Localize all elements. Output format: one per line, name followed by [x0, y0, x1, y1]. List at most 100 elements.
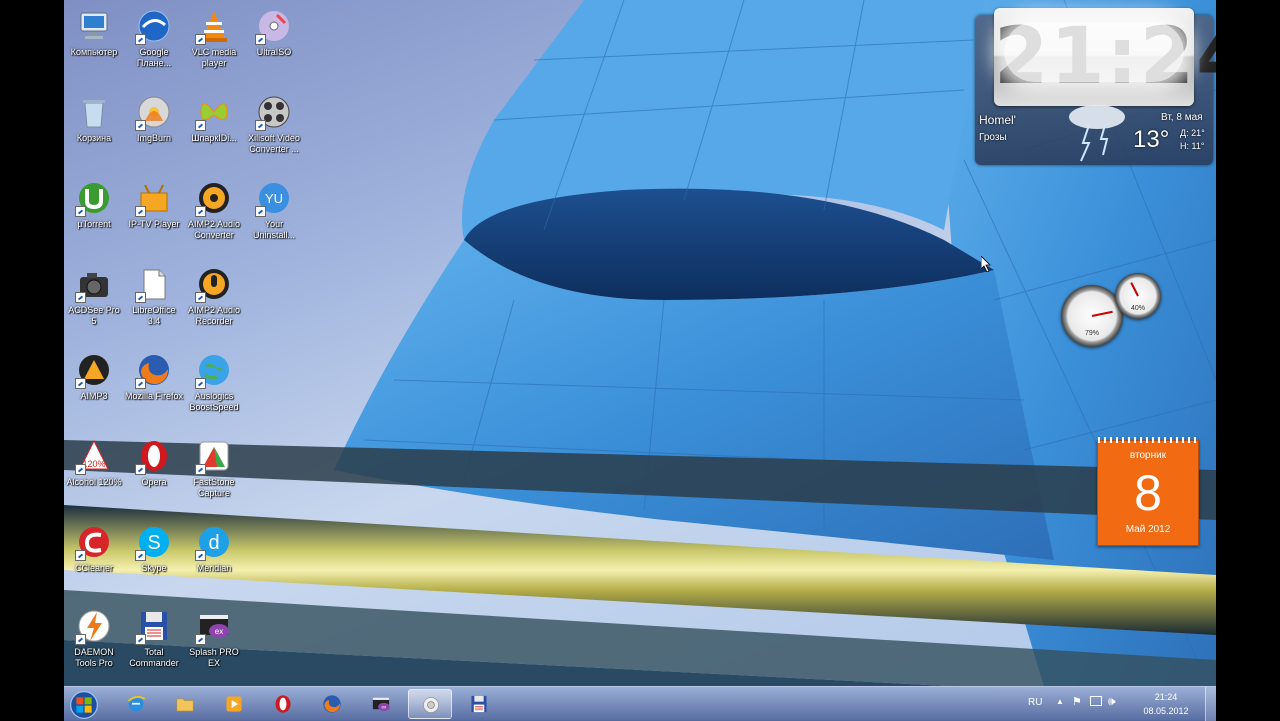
start-button[interactable] [64, 689, 104, 719]
flag-icon[interactable]: ⚑ [1072, 695, 1082, 708]
desktop-icon[interactable]: d Meridian [185, 517, 243, 599]
memory-gauge: 40% [1115, 273, 1161, 319]
show-desktop-button[interactable] [1205, 687, 1216, 721]
recycle-bin-icon [75, 93, 113, 131]
weather-city: Homel' [979, 113, 1016, 127]
network-icon[interactable] [1090, 696, 1102, 706]
desktop-icon[interactable]: DAEMON Tools Pro [65, 601, 123, 683]
desktop[interactable]: Компьютер Google Плане... VLC media player… [64, 0, 1216, 720]
desktop-icon[interactable]: IP-TV Player [125, 173, 183, 255]
taskbar-button[interactable] [212, 689, 256, 719]
desktop-icon[interactable]: AIMP2 Audio Recorder [185, 259, 243, 341]
cpu-meter-gadget[interactable]: 79% 40% [1059, 273, 1164, 351]
shortcut-arrow-icon [255, 120, 266, 131]
camera-icon [75, 265, 113, 303]
desktop-icon-label: IP-TV Player [128, 219, 180, 229]
taskbar-button[interactable] [310, 689, 354, 719]
desktop-icon-label: Meridian [196, 563, 232, 573]
splash-icon: ex [372, 697, 390, 711]
desktop-icon[interactable]: YU Your Uninstall... [245, 173, 303, 255]
desktop-icon-label: AIMP3 [80, 391, 108, 401]
svg-text:ex: ex [381, 705, 387, 710]
taskbar-button[interactable] [408, 689, 452, 719]
desktop-icon-label: Корзина [76, 133, 112, 143]
svg-text:d: d [208, 532, 219, 554]
desktop-icon[interactable]: Auslogics BoostSpeed [185, 345, 243, 427]
desktop-icon[interactable]: FastStone Capture [185, 431, 243, 513]
desktop-icon-label: Xilisoft Video Converter ... [248, 133, 300, 154]
globe-icon [195, 351, 233, 389]
desktop-icon[interactable]: AIMP3 [65, 345, 123, 427]
shortcut-arrow-icon [195, 34, 206, 45]
desktop-icon[interactable]: ImgBurn [125, 87, 183, 169]
taskbar-button[interactable] [457, 689, 501, 719]
desktop-icon[interactable]: ex Splash PRO EX [185, 601, 243, 683]
shortcut-arrow-icon [195, 206, 206, 217]
taskbar-button[interactable] [163, 689, 207, 719]
desktop-icon[interactable]: Компьютер [65, 1, 123, 83]
desktop-icon[interactable]: ACDSee Pro 5 [65, 259, 123, 341]
desktop-icon[interactable]: AIMP2 Audio Converter [185, 173, 243, 255]
aimp-converter-icon [195, 179, 233, 217]
calendar-gadget[interactable]: вторник 8 Май 2012 [1097, 437, 1199, 546]
desktop-icon[interactable]: Mozilla Firefox [125, 345, 183, 427]
desktop-icon[interactable]: Xilisoft Video Converter ... [245, 87, 303, 169]
tray-clock-date[interactable]: 08.05.2012 [1136, 706, 1196, 716]
vlc-icon [195, 7, 233, 45]
desktop-icon-label: VLC media player [191, 47, 237, 68]
shortcut-arrow-icon [75, 206, 86, 217]
film-reel-icon [255, 93, 293, 131]
shortcut-arrow-icon [75, 550, 86, 561]
taskbar: ex RU ▲ ⚑ 🕪 21:24 08.05.2012 [64, 686, 1216, 721]
desktop-icon-label: Skype [141, 563, 167, 573]
ccleaner-icon [75, 523, 113, 561]
cpu-gauge: 79% [1061, 285, 1123, 347]
desktop-icon[interactable]: LibreOffice 3.4 [125, 259, 183, 341]
desktop-icon[interactable]: Google Плане... [125, 1, 183, 83]
svg-text:YU: YU [265, 191, 283, 206]
taskbar-button[interactable] [114, 689, 158, 719]
desktop-icon-label: µTorrent [77, 219, 111, 229]
google-earth-icon [135, 7, 173, 45]
windows-start-icon [70, 691, 98, 719]
calendar-day: 8 [1134, 465, 1162, 521]
desktop-icon-label: Opera [141, 477, 167, 487]
desktop-icon[interactable]: ШпаркIDi... [185, 87, 243, 169]
volume-icon[interactable]: 🕪 [1108, 694, 1116, 709]
desktop-icon[interactable]: 120% Alcohol 120% [65, 431, 123, 513]
daemon-tools-icon [75, 607, 113, 645]
desktop-icon-label: Mozilla Firefox [125, 391, 184, 401]
desktop-icon[interactable]: µTorrent [65, 173, 123, 255]
gadget-icon [423, 697, 439, 713]
desktop-icon-label: CCleaner [74, 563, 114, 573]
desktop-icon[interactable]: S Skype [125, 517, 183, 599]
desktop-icon[interactable]: CCleaner [65, 517, 123, 599]
cloud-icon [1004, 22, 1184, 82]
tray-expand-icon[interactable]: ▲ [1056, 697, 1064, 706]
desktop-icon[interactable]: VLC media player [185, 1, 243, 83]
weather-low: Н: 11° [1180, 141, 1205, 151]
desktop-icon-label: DAEMON Tools Pro [74, 647, 114, 668]
system-tray: RU ▲ ⚑ 🕪 21:24 08.05.2012 [1016, 687, 1216, 721]
desktop-icon[interactable]: Total Commander [125, 601, 183, 683]
opera-icon [275, 695, 291, 713]
shortcut-arrow-icon [195, 550, 206, 561]
lightning-icon [1069, 105, 1125, 162]
tray-clock-time[interactable]: 21:24 [1136, 692, 1196, 702]
language-indicator[interactable]: RU [1028, 697, 1042, 708]
desktop-icon[interactable]: Opera [125, 431, 183, 513]
alcohol-icon: 120% [75, 437, 113, 475]
shortcut-arrow-icon [255, 206, 266, 217]
desktop-icon[interactable]: UltraISO [245, 1, 303, 83]
taskbar-button[interactable] [261, 689, 305, 719]
shortcut-arrow-icon [75, 378, 86, 389]
memory-needle [1130, 282, 1139, 297]
desktop-icon-label: FastStone Capture [193, 477, 235, 498]
imgburn-icon [135, 93, 173, 131]
taskbar-button[interactable]: ex [359, 689, 403, 719]
floppy-icon [135, 607, 173, 645]
desktop-icon[interactable]: Корзина [65, 87, 123, 169]
floppy-icon [471, 695, 487, 713]
weather-gadget[interactable]: 21:24 Homel' Грозы Вт, 8 мая 13° Д: 21° … [975, 8, 1216, 165]
weather-date: Вт, 8 мая [1161, 112, 1203, 123]
